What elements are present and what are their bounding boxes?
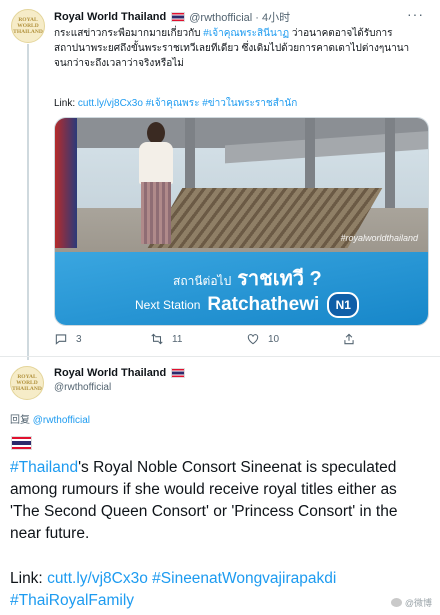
hashtag-link[interactable]: #เจ้าคุณพระสินีนาฏ [203,28,289,39]
red-pole [55,118,77,248]
link-label: Link: [10,570,48,587]
avatar[interactable]: ROYAL WORLD THAILAND [11,9,45,43]
reply-button[interactable]: 3 [54,332,82,346]
link-line-2: Link: cutt.ly/vj8Cx3o #SineenatWongvajir… [10,568,430,612]
hashtag-link[interactable]: #ThaiRoyalFamily [10,592,134,609]
thai-flag-icon [11,436,32,450]
weibo-watermark: @微博 [390,596,432,609]
station-code-badge: N1 [327,292,360,318]
reply-count: 3 [76,333,82,345]
handle-time[interactable]: @rwthofficial · 4小时 [189,9,290,25]
body-prefix: กระแสข่าวกระพือมากมายเกี่ยวกับ [54,28,204,39]
tweet-body-2: #Thailand's Royal Noble Consort Sineenat… [10,457,430,545]
reply-label: 回复 [10,415,33,426]
sign-thai-small: สถานีต่อไป [173,274,232,288]
author-name-2: Royal World Thailand [54,367,189,379]
sign-thai-big: ราชเทวี ? [237,268,322,290]
tweet-body: กระแสข่าวกระพือมากมายเกี่ยวกับ #เจ้าคุณพ… [54,26,426,71]
heart-icon [247,334,259,345]
reply-handle-link[interactable]: @rwthofficial [33,415,90,426]
like-button[interactable]: 10 [246,332,279,346]
sign-en-small: Next Station [135,298,201,312]
retweet-icon [151,333,163,345]
tweet-1[interactable]: ROYAL WORLD THAILAND Royal World Thailan… [0,0,440,360]
retweet-count: 11 [172,333,183,345]
ellipsis-icon[interactable]: ··· [407,6,424,22]
image-watermark: #royalworldthailand [340,233,418,243]
share-button[interactable] [342,332,356,346]
tweet-actions: 3 11 10 [54,332,426,350]
like-count: 10 [268,333,280,345]
woman-figure [135,122,177,244]
author-handle[interactable]: @rwthofficial [54,382,111,393]
tweet-header: Royal World Thailand @rwthofficial · 4小时 [54,9,290,25]
sign-english: Next Station Ratchathewi N1 [135,292,360,318]
hashtag-link[interactable]: #SineenatWongvajirapakdi [148,570,336,587]
author-name[interactable]: Royal World Thailand [54,367,166,379]
hashtag-link[interactable]: #Thailand [10,459,78,476]
avatar[interactable]: ROYAL WORLD THAILAND [10,366,44,400]
avatar-line-3: THAILAND [13,29,43,35]
hashtag-links[interactable]: #เจ้าคุณพระ #ข่าวในพระราชสำนัก [143,98,298,109]
avatar-line-3: THAILAND [12,386,42,392]
weibo-watermark-text: @微博 [404,598,432,608]
link-line: Link: cutt.ly/vj8Cx3o #เจ้าคุณพระ #ข่าวใ… [54,96,297,111]
thai-flag-icon [171,368,186,378]
short-url-link[interactable]: cutt.ly/vj8Cx3o [78,98,143,109]
short-url-link[interactable]: cutt.ly/vj8Cx3o [47,570,148,587]
thread-line [27,44,29,360]
author-name[interactable]: Royal World Thailand [54,11,166,23]
tweet-divider [0,356,440,357]
weibo-logo-icon [390,598,402,607]
media-image[interactable]: #royalworldthailand สถานีต่อไป ราชเทวี ? … [54,117,429,326]
station-sign: สถานีต่อไป ราชเทวี ? Next Station Ratchath… [55,252,428,325]
retweet-button[interactable]: 11 [150,332,182,346]
sign-thai: สถานีต่อไป ราชเทวี ? [173,262,322,294]
reply-to-line: 回复 @rwthofficial [10,411,90,426]
reply-icon [55,334,67,345]
link-label: Link: [54,98,78,109]
sign-en-big: Ratchathewi [207,294,320,315]
thai-flag-icon [171,12,186,22]
share-icon [344,333,354,345]
